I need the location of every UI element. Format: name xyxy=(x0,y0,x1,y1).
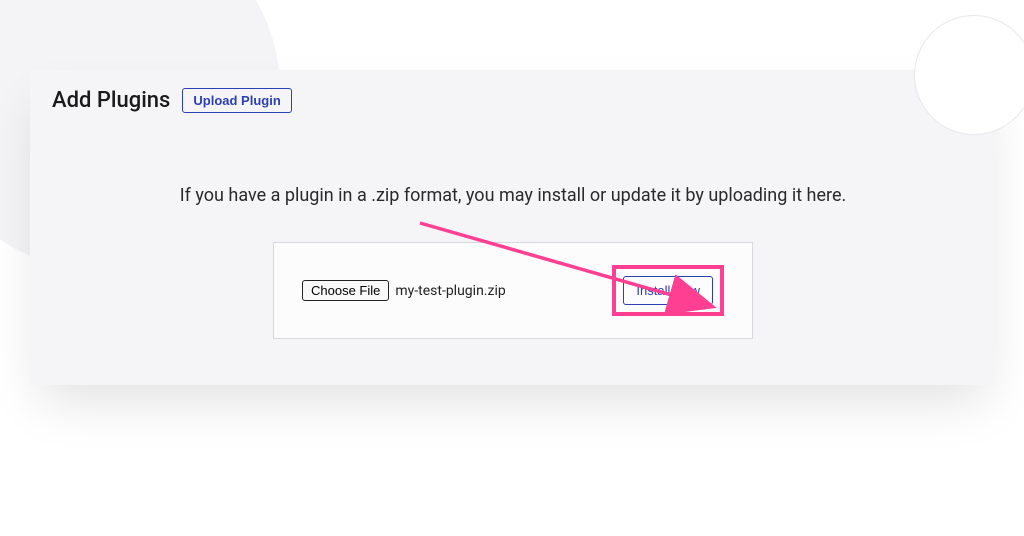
page-title: Add Plugins xyxy=(52,88,170,113)
file-chooser-group: Choose File my-test-plugin.zip xyxy=(302,280,506,301)
install-now-highlight: Install Now xyxy=(612,265,724,316)
upload-instruction: If you have a plugin in a .zip format, y… xyxy=(30,185,996,206)
upload-plugin-button[interactable]: Upload Plugin xyxy=(182,88,291,113)
selected-filename: my-test-plugin.zip xyxy=(395,283,505,299)
install-now-button[interactable]: Install Now xyxy=(623,276,713,305)
choose-file-button[interactable]: Choose File xyxy=(302,280,389,301)
upload-form: Choose File my-test-plugin.zip Install N… xyxy=(273,242,753,339)
header: Add Plugins Upload Plugin xyxy=(30,70,996,113)
background-circle-right xyxy=(914,15,1024,135)
add-plugins-panel: Add Plugins Upload Plugin If you have a … xyxy=(30,70,996,385)
